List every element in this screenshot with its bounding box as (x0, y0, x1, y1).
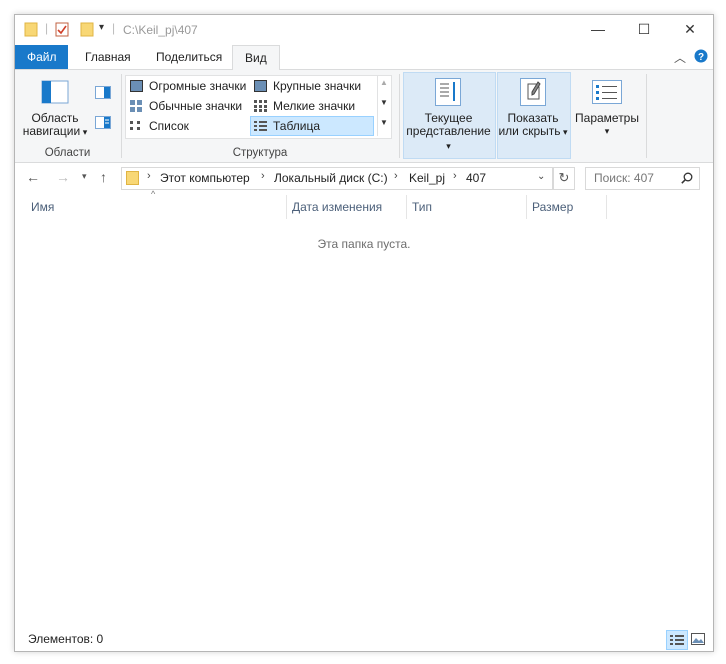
status-bar: Элементов: 0 (15, 627, 713, 651)
explorer-window: | ▾ | C:\Keil_pj\407 — ☐ ✕ Файл Главная … (14, 14, 714, 652)
folder-icon (24, 22, 38, 37)
tab-file[interactable]: Файл (15, 45, 68, 69)
empty-folder-message: Эта папка пуста. (317, 237, 411, 251)
show-hide-label: Показать или скрыть ▾ (498, 111, 568, 138)
chevron-right-icon[interactable]: › (261, 170, 265, 182)
panes-group-label: Области (44, 147, 91, 159)
window-title: C:\Keil_pj\407 (123, 23, 198, 37)
maximize-button[interactable]: ☐ (621, 15, 667, 45)
folder-icon (126, 171, 139, 185)
small-icons-icon (254, 100, 267, 112)
show-hide-icon (520, 78, 546, 106)
breadcrumb-this-pc[interactable]: Этот компьютер (160, 171, 250, 185)
navigation-pane-button[interactable]: Область навигации ▾ (19, 112, 91, 139)
current-view-label-2: представление (406, 124, 491, 138)
chevron-right-icon[interactable]: › (394, 170, 398, 182)
svg-text:?: ? (698, 52, 704, 63)
back-arrow-icon[interactable]: ← (26, 169, 40, 185)
layout-group-label: Структура (232, 147, 288, 159)
layout-scroll: ▲ ▼ ▼ (377, 76, 390, 136)
quick-access-dropdown-icon[interactable]: ▾ (99, 22, 104, 33)
layout-list[interactable]: Список (127, 117, 251, 135)
large-icons-icon (254, 80, 267, 92)
details-pane-icon[interactable] (95, 116, 111, 129)
ribbon-tabs: Файл Главная Поделиться Вид ︿ ? (15, 45, 713, 71)
tab-home[interactable]: Главная (73, 45, 143, 69)
collapse-ribbon-icon[interactable]: ︿ (674, 49, 686, 66)
layout-item-label: Список (149, 119, 189, 133)
minimize-button[interactable]: — (575, 15, 621, 45)
options-icon[interactable] (592, 80, 622, 104)
new-folder-icon[interactable] (80, 22, 94, 37)
scroll-down-icon[interactable]: ▼ (380, 98, 388, 107)
navigation-bar: ← → ▾ ↑ › Этот компьютер › Локальный дис… (15, 163, 713, 193)
search-box[interactable]: Поиск: 407 (585, 167, 700, 190)
breadcrumb-407[interactable]: 407 (466, 171, 486, 185)
title-bar: | ▾ | C:\Keil_pj\407 — ☐ ✕ (15, 15, 713, 45)
breadcrumb-local-disk[interactable]: Локальный диск (C:) (274, 171, 388, 185)
extra-large-icons-icon (130, 80, 143, 92)
scroll-up-icon[interactable]: ▲ (380, 78, 388, 87)
layout-medium-icons[interactable]: Обычные значки (127, 97, 251, 115)
layout-item-label: Таблица (273, 119, 321, 133)
navigation-pane-icon[interactable] (41, 80, 69, 104)
properties-icon[interactable] (55, 22, 69, 37)
layout-extra-large-icons[interactable]: Огромные значки (127, 77, 251, 95)
details-icon (254, 121, 267, 131)
item-count: Элементов: 0 (28, 632, 104, 646)
options-button[interactable]: Параметры ▾ (573, 112, 641, 138)
ribbon-separator (121, 74, 122, 158)
gallery-more-icon[interactable]: ▼ (380, 118, 388, 127)
layout-item-label: Огромные значки (149, 79, 247, 93)
current-view-icon (435, 78, 461, 106)
layout-small-icons[interactable]: Мелкие значки (251, 97, 383, 115)
chevron-right-icon[interactable]: › (147, 170, 151, 182)
options-label: Параметры (575, 111, 639, 125)
up-arrow-icon[interactable]: ↑ (100, 169, 107, 185)
current-view-label: Текущее представление ▾ (403, 112, 494, 153)
column-headers: ^ Имя Дата изменения Тип Размер (15, 189, 713, 219)
details-view-icon (670, 635, 684, 645)
tab-view[interactable]: Вид (232, 45, 280, 71)
refresh-icon[interactable]: ↻ (553, 167, 575, 190)
layout-details[interactable]: Таблица (250, 116, 374, 136)
tab-share[interactable]: Поделиться (144, 45, 234, 69)
separator: | (112, 21, 116, 35)
large-icons-view-icon (691, 633, 705, 645)
forward-arrow-icon[interactable]: → (56, 169, 70, 185)
breadcrumb-keil-pj[interactable]: Keil_pj (409, 171, 445, 185)
help-icon[interactable]: ? (694, 49, 708, 63)
recent-locations-icon[interactable]: ▾ (82, 171, 87, 182)
details-view-button[interactable] (666, 630, 688, 650)
column-type[interactable]: Тип (406, 195, 522, 219)
large-icons-view-button[interactable] (689, 630, 709, 648)
ribbon-separator (646, 74, 647, 158)
layout-item-label: Мелкие значки (273, 99, 356, 113)
address-bar[interactable]: › Этот компьютер › Локальный диск (C:) ›… (121, 167, 553, 190)
column-date-modified[interactable]: Дата изменения (286, 195, 402, 219)
search-icon[interactable] (681, 172, 693, 184)
address-dropdown-icon[interactable]: ⌄ (537, 171, 545, 182)
column-size[interactable]: Размер (526, 195, 602, 219)
search-input[interactable]: Поиск: 407 (594, 171, 654, 185)
layout-large-icons[interactable]: Крупные значки (251, 77, 383, 95)
ribbon-separator (399, 74, 400, 158)
medium-icons-icon (130, 100, 142, 112)
column-divider[interactable] (606, 195, 607, 219)
chevron-right-icon[interactable]: › (453, 170, 457, 182)
ribbon: Область навигации ▾ Области Огромные зна… (15, 70, 713, 163)
layout-item-label: Обычные значки (149, 99, 243, 113)
layout-item-label: Крупные значки (273, 79, 362, 93)
preview-pane-icon[interactable] (95, 86, 111, 99)
separator: | (45, 21, 49, 35)
show-hide-label-2: или скрыть (498, 124, 561, 138)
list-icon (130, 121, 140, 130)
nav-pane-label-2: навигации (22, 124, 81, 138)
column-name[interactable]: Имя (25, 195, 286, 219)
close-button[interactable]: ✕ (667, 15, 713, 45)
